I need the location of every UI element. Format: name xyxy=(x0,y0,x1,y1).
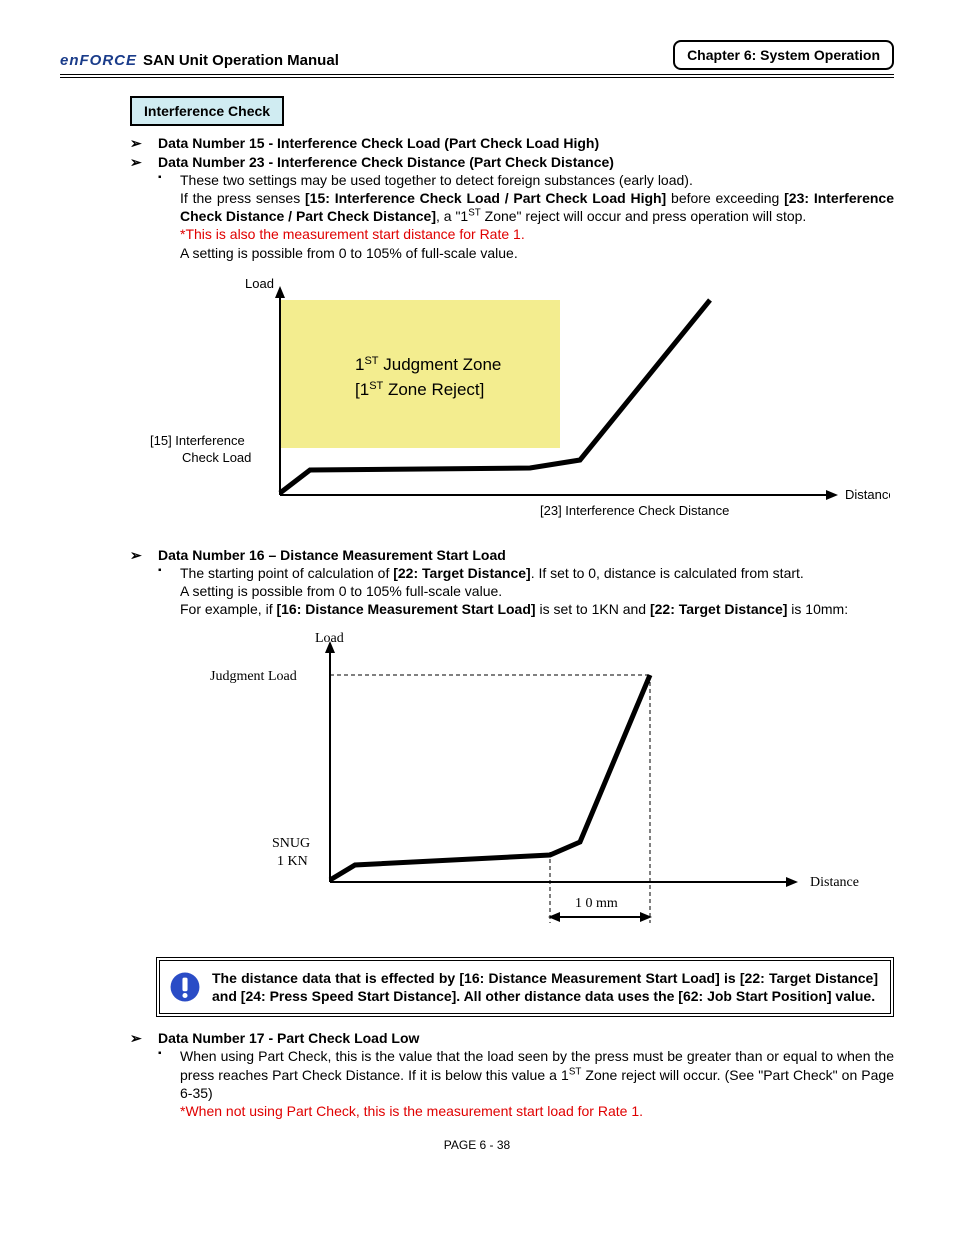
chart2-1kn: 1 KN xyxy=(277,854,308,869)
chart1-ylabel: Load xyxy=(245,276,274,291)
chart1-xlabel: Distance xyxy=(845,487,890,502)
arrow-right-icon xyxy=(826,490,838,500)
arrow-right-icon xyxy=(786,877,798,887)
text: These two settings may be used together … xyxy=(180,172,693,188)
chart1-ymark1: [15] Interference xyxy=(150,433,245,448)
note-text: The distance data that is effected by [1… xyxy=(212,970,878,1004)
body-text-3: A setting is possible from 0 to 105% ful… xyxy=(180,582,894,600)
chart-1-judgment-zone: Load Distance [15] Interference Check Lo… xyxy=(110,270,894,534)
info-icon xyxy=(168,970,202,1004)
bullet-dn17: Data Number 17 - Part Check Load Low xyxy=(130,1029,894,1047)
chart1-svg: Load Distance [15] Interference Check Lo… xyxy=(110,270,890,530)
chart2-snug: SNUG xyxy=(272,836,310,851)
warning-red-2: *When not using Part Check, this is the … xyxy=(180,1102,894,1120)
chapter-box: Chapter 6: System Operation xyxy=(673,40,894,70)
body-text-1: If the press senses [15: Interference Ch… xyxy=(180,189,894,225)
chart2-curve xyxy=(330,675,650,880)
bullet-sub-start: The starting point of calculation of [22… xyxy=(158,564,894,582)
warning-red-1: *This is also the measurement start dist… xyxy=(180,225,894,243)
chart2-xlabel: Distance xyxy=(810,875,859,890)
page-header: enFORCE SAN Unit Operation Manual Chapte… xyxy=(60,40,894,78)
judgment-zone-rect xyxy=(280,300,560,448)
info-note-box: The distance data that is effected by [1… xyxy=(156,957,894,1017)
arrow-up-icon xyxy=(275,286,285,298)
bullet-sub-partcheck: When using Part Check, this is the value… xyxy=(158,1047,894,1102)
brand-title: enFORCE SAN Unit Operation Manual xyxy=(60,51,339,71)
section-title-box: Interference Check xyxy=(130,96,284,126)
chart2-10mm: 1 0 mm xyxy=(575,896,618,911)
brand-logo: enFORCE xyxy=(60,51,137,71)
chart1-ymark2: Check Load xyxy=(182,450,251,465)
manual-title: SAN Unit Operation Manual xyxy=(143,51,339,71)
page-number: PAGE 6 - 38 xyxy=(60,1138,894,1154)
chart1-xmark: [23] Interference Check Distance xyxy=(540,503,729,518)
arrow-left-icon xyxy=(548,912,560,922)
body-text-4: For example, if [16: Distance Measuremen… xyxy=(180,600,894,618)
chart2-svg: Load Distance Judgment Load SNUG 1 KN 1 … xyxy=(170,627,870,937)
bullet-dn15: Data Number 15 - Interference Check Load… xyxy=(130,134,894,152)
bullet-dn16: Data Number 16 – Distance Measurement St… xyxy=(130,546,894,564)
chart-2-snug: Load Distance Judgment Load SNUG 1 KN 1 … xyxy=(170,627,894,941)
bullet-sub-detect: These two settings may be used together … xyxy=(158,171,894,189)
body-text-2: A setting is possible from 0 to 105% of … xyxy=(180,244,894,262)
chart2-judgment: Judgment Load xyxy=(210,669,297,684)
bullet-dn23: Data Number 23 - Interference Check Dist… xyxy=(130,153,894,171)
